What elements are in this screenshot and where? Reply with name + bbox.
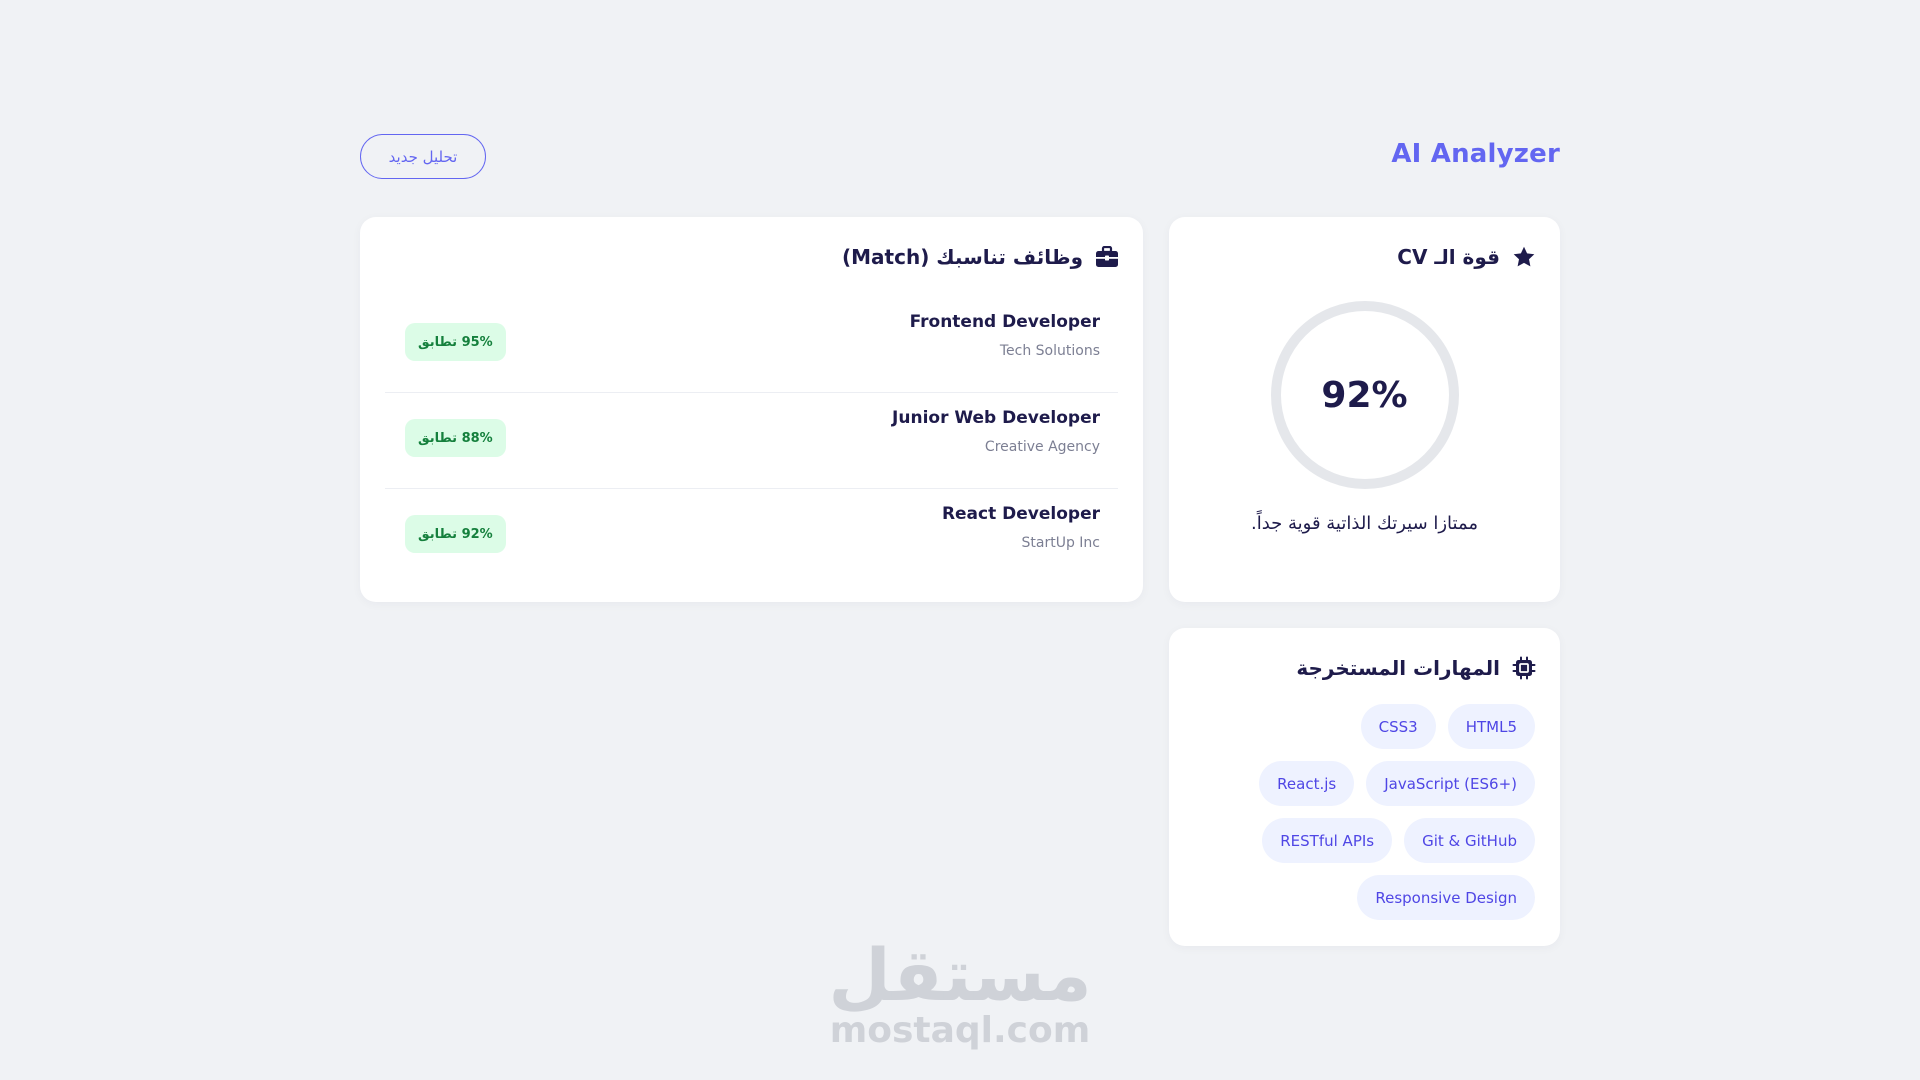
cv-score-caption: ممتازا سيرتك الذاتية قوية جداً. bbox=[1250, 513, 1479, 534]
job-company: Creative Agency bbox=[984, 439, 1100, 455]
skill-chip: Responsive Design bbox=[1357, 875, 1535, 920]
job-row[interactable]: Frontend Developer Tech Solutions 95% تط… bbox=[385, 297, 1118, 393]
match-badge: 95% تطابق bbox=[405, 323, 506, 361]
chip-icon bbox=[1512, 656, 1536, 680]
skill-chip: RESTful APIs bbox=[1262, 818, 1393, 863]
watermark-arabic: مستقل bbox=[828, 933, 1092, 1017]
cv-score-gauge: 92% bbox=[1267, 297, 1463, 685]
skill-chip: HTML5 bbox=[1447, 704, 1535, 749]
jobs-title: وظائف تناسبك (Match) bbox=[841, 245, 1083, 269]
cv-strength-title: قوة الـ CV bbox=[1397, 245, 1500, 269]
skills-list: HTML5 CSS3 JavaScript (ES6+) React.js Gi… bbox=[1189, 704, 1535, 920]
job-title: Junior Web Developer bbox=[892, 408, 1100, 428]
skills-header: المهارات المستخرجة bbox=[1296, 656, 1536, 680]
match-badge: 88% تطابق bbox=[405, 419, 506, 457]
briefcase-icon bbox=[1095, 246, 1119, 268]
skill-chip: JavaScript (ES6+) bbox=[1366, 761, 1535, 806]
job-row[interactable]: React Developer StartUp Inc 92% تطابق bbox=[385, 489, 1118, 585]
skills-title: المهارات المستخرجة bbox=[1296, 656, 1500, 680]
star-icon bbox=[1512, 245, 1536, 269]
skill-chip: CSS3 bbox=[1360, 704, 1436, 749]
job-company: Tech Solutions bbox=[999, 343, 1100, 359]
skills-card: المهارات المستخرجة HTML5 CSS3 JavaScript… bbox=[1169, 628, 1560, 946]
cv-strength-header: قوة الـ CV bbox=[1397, 245, 1536, 269]
cv-strength-card: قوة الـ CV 92% ممتازا سيرتك الذاتية قوية… bbox=[1169, 217, 1560, 685]
job-list: Frontend Developer Tech Solutions 95% تط… bbox=[385, 297, 1118, 585]
watermark-latin: mostaql.com bbox=[829, 1010, 1091, 1051]
mostaql-watermark: مستقل mostaql.com bbox=[0, 933, 1920, 1052]
skill-chip: Git & GitHub bbox=[1404, 818, 1535, 863]
match-badge: 92% تطابق bbox=[405, 515, 506, 553]
page-header: AI Analyzer تحليل جديد bbox=[360, 134, 1560, 180]
jobs-match-card: وظائف تناسبك (Match) Frontend Developer … bbox=[360, 217, 1143, 602]
brand-title: AI Analyzer bbox=[1391, 139, 1560, 169]
job-company: StartUp Inc bbox=[1021, 535, 1100, 551]
cv-score-value: 92% bbox=[1321, 374, 1408, 416]
jobs-header: وظائف تناسبك (Match) bbox=[842, 245, 1119, 269]
skill-chip: React.js bbox=[1259, 761, 1355, 806]
new-analysis-button[interactable]: تحليل جديد bbox=[360, 134, 486, 179]
job-title: Frontend Developer bbox=[909, 312, 1100, 332]
job-row[interactable]: Junior Web Developer Creative Agency 88%… bbox=[385, 393, 1118, 489]
job-title: React Developer bbox=[941, 504, 1100, 524]
